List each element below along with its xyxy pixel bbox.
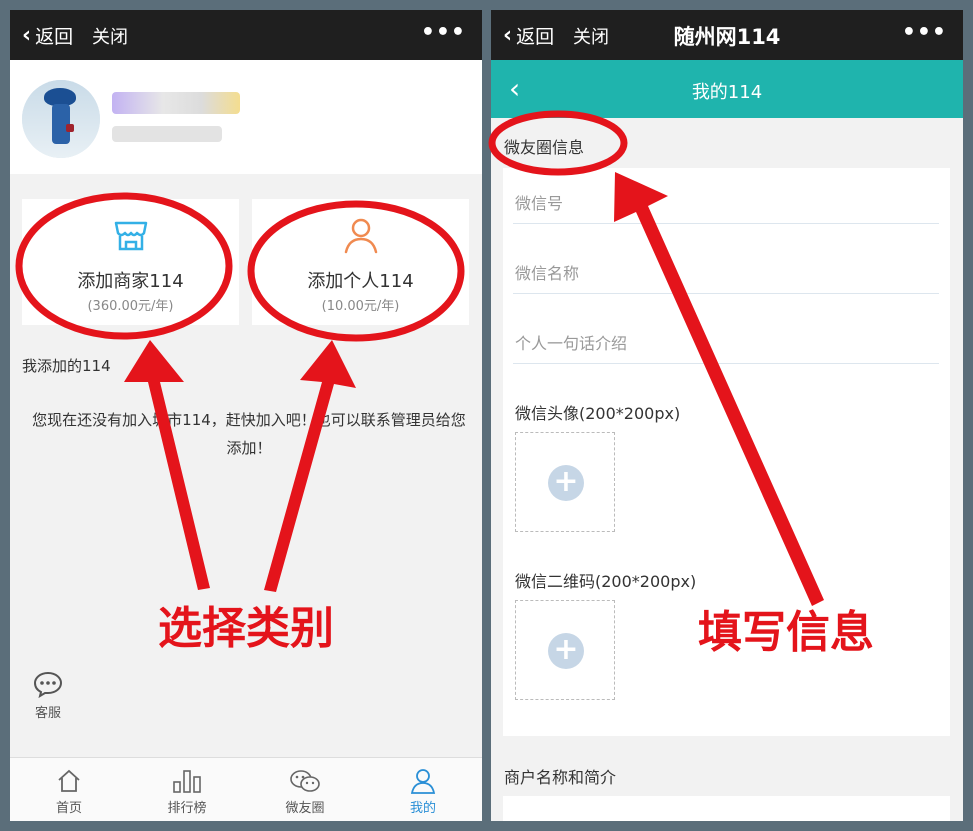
more-icon[interactable]: •••: [902, 20, 947, 45]
tab-mine[interactable]: 我的: [364, 758, 482, 821]
app-header-title: 我的114: [691, 82, 763, 103]
annotation-choose-category: 选择类别: [158, 603, 334, 654]
plus-icon: +: [548, 465, 584, 501]
wechat-icon: [290, 770, 320, 792]
merchant-section-title: 商户名称和简介: [504, 768, 617, 787]
personal-price: (10.00元/年): [321, 299, 400, 314]
tab-mine-label: 我的: [409, 801, 436, 816]
chart-icon: [173, 770, 201, 793]
more-icon[interactable]: •••: [421, 20, 466, 45]
person-icon: [252, 215, 469, 255]
qrcode-upload-label: 微信二维码(200*200px): [515, 572, 697, 591]
merchant-price: (360.00元/年): [87, 299, 174, 314]
chat-bubble-icon: [33, 671, 63, 699]
tab-home[interactable]: 首页: [10, 758, 128, 821]
add-personal-card[interactable]: 添加个人114 (10.00元/年): [252, 199, 469, 325]
wechat-id-field: [513, 178, 939, 224]
close-button[interactable]: 关闭: [92, 23, 128, 49]
tab-moments[interactable]: 微友圈: [246, 758, 364, 821]
tab-ranking[interactable]: 排行榜: [128, 758, 246, 821]
wechat-top-bar: ‹ 返回 关闭 随州网114 •••: [491, 10, 963, 60]
bottom-tab-bar: 首页 排行榜 微友圈 我的: [10, 757, 482, 821]
wechat-id-input[interactable]: [515, 194, 935, 213]
back-button[interactable]: ‹ 返回: [22, 22, 73, 49]
blurred-username: [112, 92, 240, 114]
tab-moments-label: 微友圈: [285, 801, 325, 816]
customer-service-button[interactable]: 客服: [30, 670, 66, 721]
wechat-top-bar: ‹ 返回 关闭 •••: [10, 10, 482, 60]
empty-state-message: 您现在还没有加入城市114，赶快加入吧！也可以联系管理员给您添加！: [32, 411, 466, 457]
back-label: 返回: [35, 26, 74, 48]
customer-service-label: 客服: [34, 706, 61, 721]
tab-home-label: 首页: [55, 801, 82, 816]
store-icon: [22, 215, 239, 255]
chevron-left-icon: ‹: [22, 23, 32, 48]
add-personal-label: 添加个人114: [307, 271, 414, 292]
avatar-upload-box[interactable]: +: [515, 432, 615, 532]
plus-icon: +: [548, 633, 584, 669]
qrcode-upload-box[interactable]: +: [515, 600, 615, 700]
avatar-upload-label: 微信头像(200*200px): [515, 404, 681, 423]
tab-ranking-label: 排行榜: [167, 801, 207, 816]
wechat-name-input[interactable]: [515, 264, 935, 283]
home-icon: [58, 769, 80, 792]
intro-input[interactable]: [515, 334, 935, 353]
blurred-user-info: [112, 126, 222, 142]
app-header: ‹ 我的114: [491, 60, 963, 118]
add-merchant-card[interactable]: 添加商家114 (360.00元/年): [22, 199, 239, 325]
left-screen: ‹ 返回 关闭 ••• 添加商家114 (360.00元/年) 添加个人114 …: [10, 10, 482, 821]
avatar[interactable]: [22, 80, 100, 158]
wechat-name-field: [513, 248, 939, 294]
add-merchant-label: 添加商家114: [77, 271, 184, 292]
merchant-form-top: [503, 796, 950, 821]
wechat-info-section-title: 微友圈信息: [504, 138, 585, 157]
user-icon: [410, 769, 436, 794]
right-screen: ‹ 返回 关闭 随州网114 ••• ‹ 我的114 微友圈信息 微信头像(20…: [491, 10, 963, 821]
profile-header: [10, 60, 482, 174]
my-added-section-title: 我添加的114: [22, 357, 111, 375]
annotation-fill-info: 填写信息: [698, 607, 874, 658]
intro-field: [513, 318, 939, 364]
page-title: 随州网114: [673, 25, 781, 49]
